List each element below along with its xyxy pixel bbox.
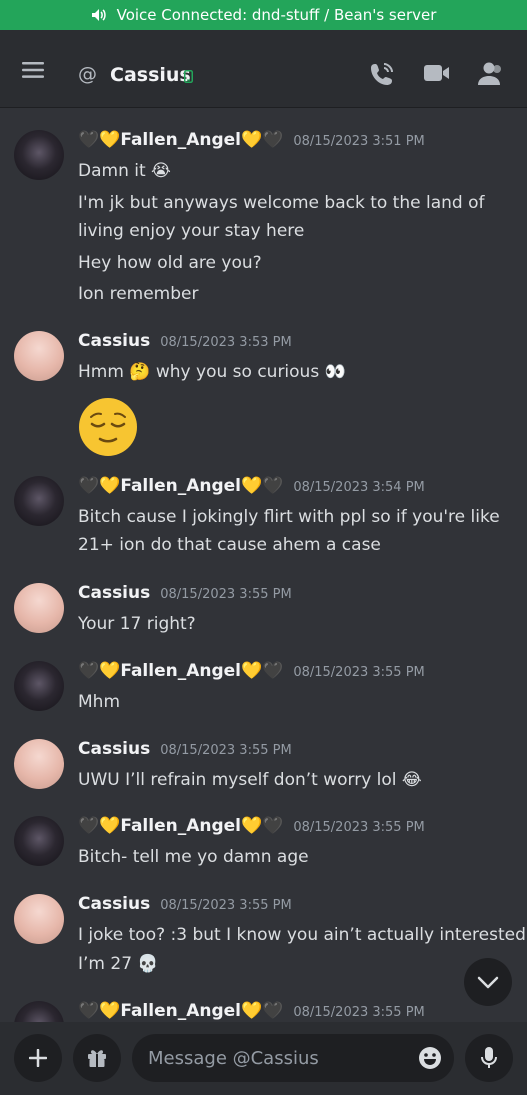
gift-icon: [88, 1050, 106, 1067]
message-text: living enjoy your stay here: [78, 221, 305, 241]
message-text: Bitch- tell me yo damn age: [78, 847, 309, 867]
voice-message-button[interactable]: [465, 1034, 513, 1082]
message-text: Your 17 right?: [78, 614, 196, 634]
plus-icon: [29, 1049, 47, 1067]
at-symbol: @: [78, 63, 97, 85]
message-list[interactable]: 🖤💛Fallen_Angel💛🖤 08/15/2023 3:51 PM Damn…: [0, 108, 527, 1022]
voice-call-icon[interactable]: [369, 61, 395, 87]
voice-connected-banner[interactable]: Voice Connected: dnd-stuff / Bean's serv…: [0, 0, 527, 30]
author-name[interactable]: Cassius: [78, 739, 150, 759]
message-text: I’m 27 💀: [78, 954, 159, 974]
message-timestamp: 08/15/2023 3:55 PM: [293, 820, 425, 835]
message-text: Ion remember: [78, 284, 199, 304]
add-attachment-button[interactable]: [14, 1034, 62, 1082]
avatar[interactable]: [14, 739, 64, 789]
message-text: UWU I’ll refrain myself don’t worry lol …: [78, 770, 422, 790]
message-input[interactable]: Message @Cassius: [132, 1034, 454, 1082]
gift-button[interactable]: [73, 1034, 121, 1082]
mobile-status-icon: [184, 70, 193, 83]
video-call-icon[interactable]: [423, 61, 451, 85]
message-text: I'm jk but anyways welcome back to the l…: [78, 193, 485, 213]
microphone-icon: [481, 1047, 497, 1068]
author-name[interactable]: Cassius: [78, 583, 150, 603]
message-text: Damn it 😭: [78, 161, 171, 181]
message-composer: Message @Cassius: [0, 1022, 527, 1095]
avatar[interactable]: [14, 331, 64, 381]
voice-banner-text: Voice Connected: dnd-stuff / Bean's serv…: [116, 6, 437, 24]
avatar[interactable]: [14, 130, 64, 180]
author-name[interactable]: 🖤💛Fallen_Angel💛🖤: [78, 1001, 283, 1021]
relieved-face-emoji: [79, 398, 137, 456]
message-text: Bitch cause I jokingly flirt with ppl so…: [78, 507, 500, 527]
jump-to-bottom-button[interactable]: [464, 958, 512, 1006]
message-text: 21+ ion do that cause ahem a case: [78, 535, 381, 555]
author-name[interactable]: 🖤💛Fallen_Angel💛🖤: [78, 661, 283, 681]
message-timestamp: 08/15/2023 3:55 PM: [160, 898, 292, 913]
author-name[interactable]: Cassius: [78, 894, 150, 914]
emoji-picker-icon[interactable]: [418, 1046, 442, 1070]
message-timestamp: 08/15/2023 3:55 PM: [293, 1005, 425, 1020]
avatar[interactable]: [14, 661, 64, 711]
message-timestamp: 08/15/2023 3:55 PM: [160, 587, 292, 602]
message-input-placeholder: Message @Cassius: [148, 1047, 319, 1069]
chevron-down-icon: [477, 976, 499, 989]
members-icon[interactable]: [476, 61, 504, 87]
message-text: Mhm: [78, 692, 121, 712]
avatar[interactable]: [14, 894, 64, 944]
message-text: Hey how old are you?: [78, 253, 262, 273]
speaker-icon: [91, 9, 106, 21]
avatar[interactable]: [14, 476, 64, 526]
message-timestamp: 08/15/2023 3:55 PM: [160, 743, 292, 758]
author-name[interactable]: 🖤💛Fallen_Angel💛🖤: [78, 130, 283, 150]
menu-icon[interactable]: [20, 60, 46, 80]
author-name[interactable]: 🖤💛Fallen_Angel💛🖤: [78, 816, 283, 836]
avatar[interactable]: [14, 1001, 64, 1022]
message-text: I joke too? :3 but I know you ain’t actu…: [78, 925, 526, 945]
message-text: Hmm 🤔 why you so curious 👀: [78, 362, 346, 382]
message-timestamp: 08/15/2023 3:55 PM: [293, 665, 425, 680]
message-timestamp: 08/15/2023 3:54 PM: [293, 480, 425, 495]
message-timestamp: 08/15/2023 3:53 PM: [160, 335, 292, 350]
channel-header: @ Cassius: [0, 30, 527, 108]
avatar[interactable]: [14, 583, 64, 633]
message-timestamp: 08/15/2023 3:51 PM: [293, 134, 425, 149]
avatar[interactable]: [14, 816, 64, 866]
page-title[interactable]: Cassius: [110, 64, 191, 86]
author-name[interactable]: Cassius: [78, 331, 150, 351]
author-name[interactable]: 🖤💛Fallen_Angel💛🖤: [78, 476, 283, 496]
